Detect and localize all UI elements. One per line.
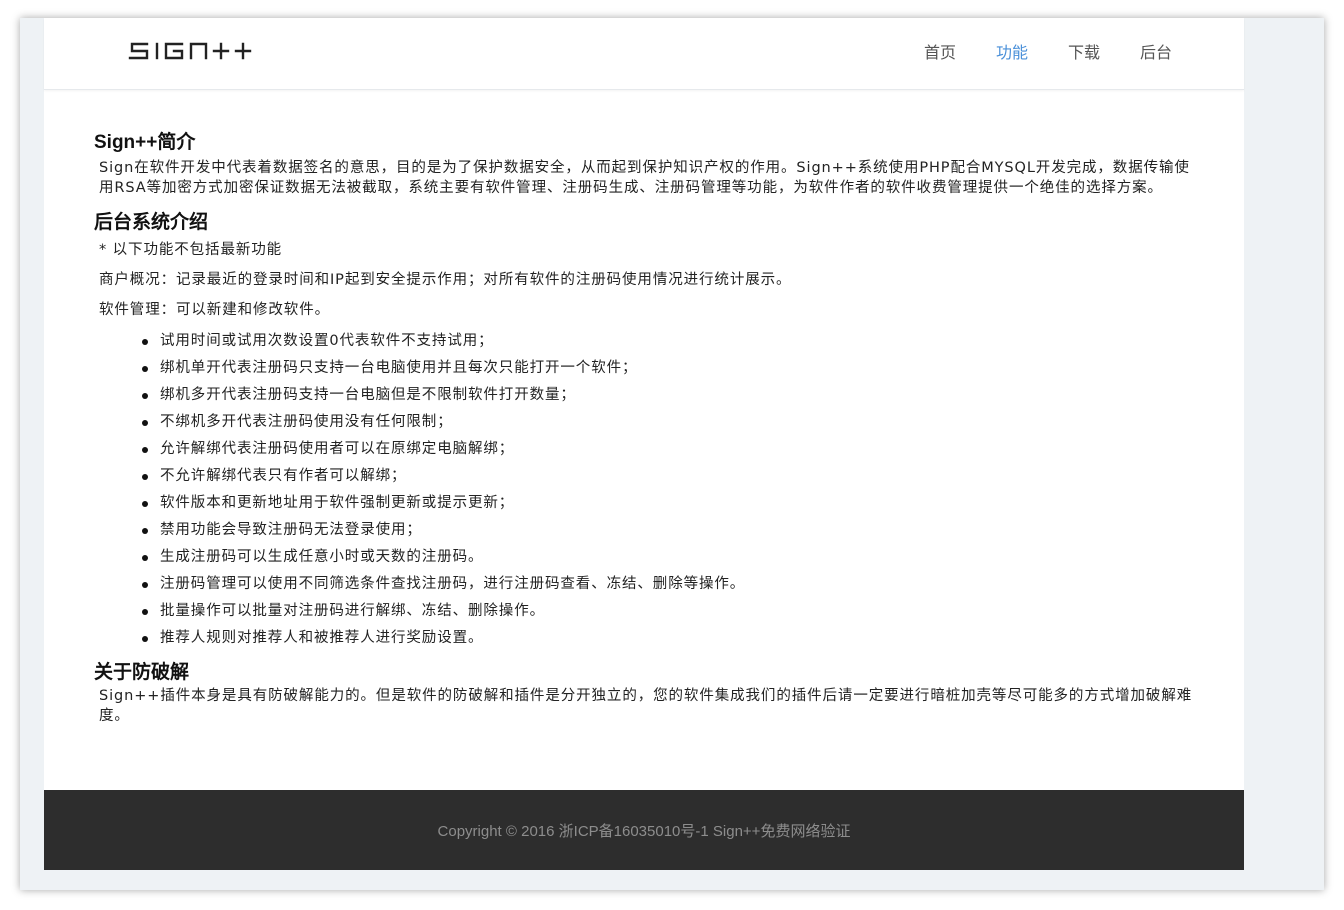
backend-heading: 后台系统介绍 (94, 212, 209, 233)
nav-home[interactable]: 首页 (924, 42, 956, 64)
list-item: 注册码管理可以使用不同筛选条件查找注册码，进行注册码查看、冻结、删除等操作。 (142, 571, 1194, 598)
site-footer: Copyright © 2016 浙ICP备16035010号-1 Sign++… (44, 790, 1244, 870)
list-item: 批量操作可以批量对注册码进行解绑、冻结、删除操作。 (142, 598, 1194, 625)
anti-crack-heading: 关于防破解 (94, 662, 190, 683)
list-item: 不允许解绑代表只有作者可以解绑； (142, 463, 1194, 490)
page-container: 首页 功能 下载 后台 Sign++简介 Sign在软件开发中代表着数据签名的意… (44, 18, 1244, 870)
list-item: 不绑机多开代表注册码使用没有任何限制； (142, 409, 1194, 436)
copyright-text: Copyright © 2016 浙ICP备16035010号-1 Sign++… (437, 822, 851, 840)
nav-admin[interactable]: 后台 (1140, 42, 1172, 64)
feature-list: 试用时间或试用次数设置0代表软件不支持试用； 绑机单开代表注册码只支持一台电脑使… (94, 328, 1194, 652)
list-item: 试用时间或试用次数设置0代表软件不支持试用； (142, 328, 1194, 355)
backend-note: * 以下功能不包括最新功能 (99, 242, 283, 258)
nav-features[interactable]: 功能 (996, 42, 1028, 64)
list-item: 软件版本和更新地址用于软件强制更新或提示更新； (142, 490, 1194, 517)
list-item: 绑机多开代表注册码支持一台电脑但是不限制软件打开数量； (142, 382, 1194, 409)
list-item: 生成注册码可以生成任意小时或天数的注册码。 (142, 544, 1194, 571)
main-content: Sign++简介 Sign在软件开发中代表着数据签名的意思，目的是为了保护数据安… (94, 130, 1194, 726)
anti-crack-paragraph: Sign++插件本身是具有防破解能力的。但是软件的防破解和插件是分开独立的，您的… (99, 688, 1193, 724)
list-item: 绑机单开代表注册码只支持一台电脑使用并且每次只能打开一个软件； (142, 355, 1194, 382)
site-header: 首页 功能 下载 后台 (44, 18, 1244, 90)
intro-paragraph: Sign在软件开发中代表着数据签名的意思，目的是为了保护数据安全，从而起到保护知… (99, 160, 1190, 196)
list-item: 允许解绑代表注册码使用者可以在原绑定电脑解绑； (142, 436, 1194, 463)
software-paragraph: 软件管理：可以新建和修改软件。 (99, 302, 330, 318)
list-item: 推荐人规则对推荐人和被推荐人进行奖励设置。 (142, 625, 1194, 652)
main-nav: 首页 功能 下载 后台 (924, 42, 1172, 64)
nav-download[interactable]: 下载 (1068, 42, 1100, 64)
overview-paragraph: 商户概况：记录最近的登录时间和IP起到安全提示作用；对所有软件的注册码使用情况进… (99, 272, 792, 288)
sign-logo[interactable] (128, 36, 260, 66)
intro-heading: Sign++简介 (94, 132, 196, 153)
list-item: 禁用功能会导致注册码无法登录使用； (142, 517, 1194, 544)
browser-window: 首页 功能 下载 后台 Sign++简介 Sign在软件开发中代表着数据签名的意… (20, 18, 1324, 890)
